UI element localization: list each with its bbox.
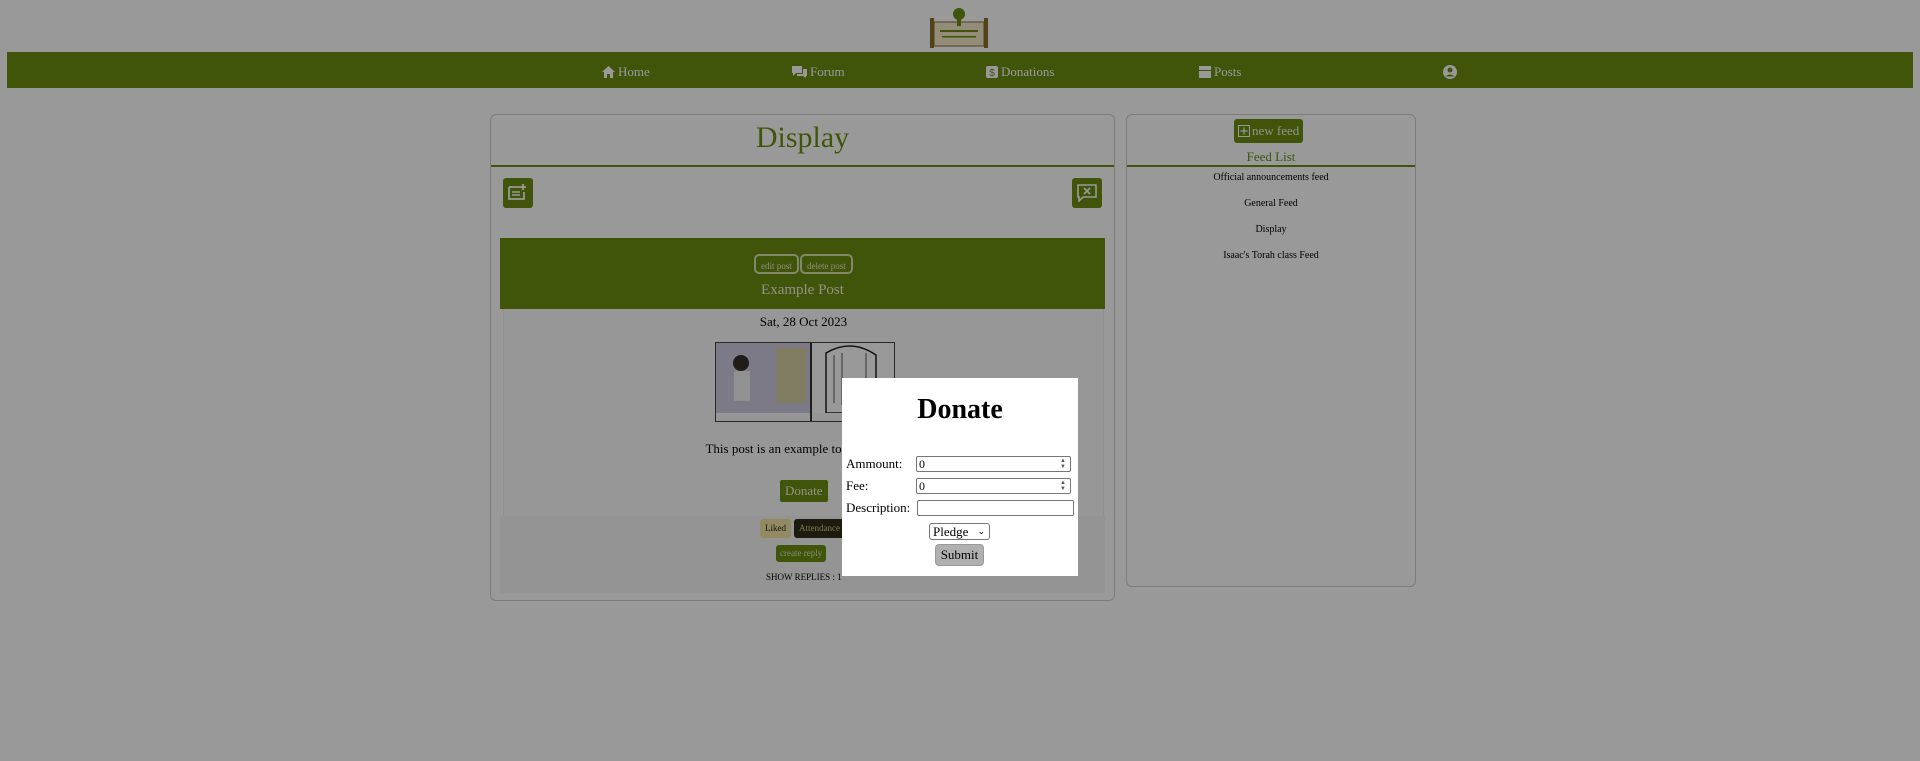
fee-spinner[interactable]: ▲ ▼ xyxy=(1058,480,1068,492)
donate-modal: Donate Ammount: 0 ▲ ▼ Fee: 0 ▲ ▼ Descripti… xyxy=(842,378,1078,576)
chevron-down-icon: ⌄ xyxy=(977,526,985,536)
submit-button[interactable]: Submit xyxy=(935,544,984,566)
amount-value: 0 xyxy=(919,457,925,471)
fee-input[interactable]: 0 ▲ ▼ xyxy=(916,478,1071,494)
description-label: Description: xyxy=(846,500,911,515)
fee-value: 0 xyxy=(919,479,925,493)
donation-type-value: Pledge xyxy=(933,524,969,539)
amount-label: Ammount: xyxy=(846,456,903,471)
amount-spinner[interactable]: ▲ ▼ xyxy=(1058,458,1068,470)
donation-type-select[interactable]: Pledge ⌄ xyxy=(929,523,990,540)
description-input[interactable] xyxy=(917,500,1074,516)
amount-input[interactable]: 0 ▲ ▼ xyxy=(916,456,1071,472)
modal-title: Donate xyxy=(917,394,1003,425)
fee-label: Fee: xyxy=(846,478,869,493)
